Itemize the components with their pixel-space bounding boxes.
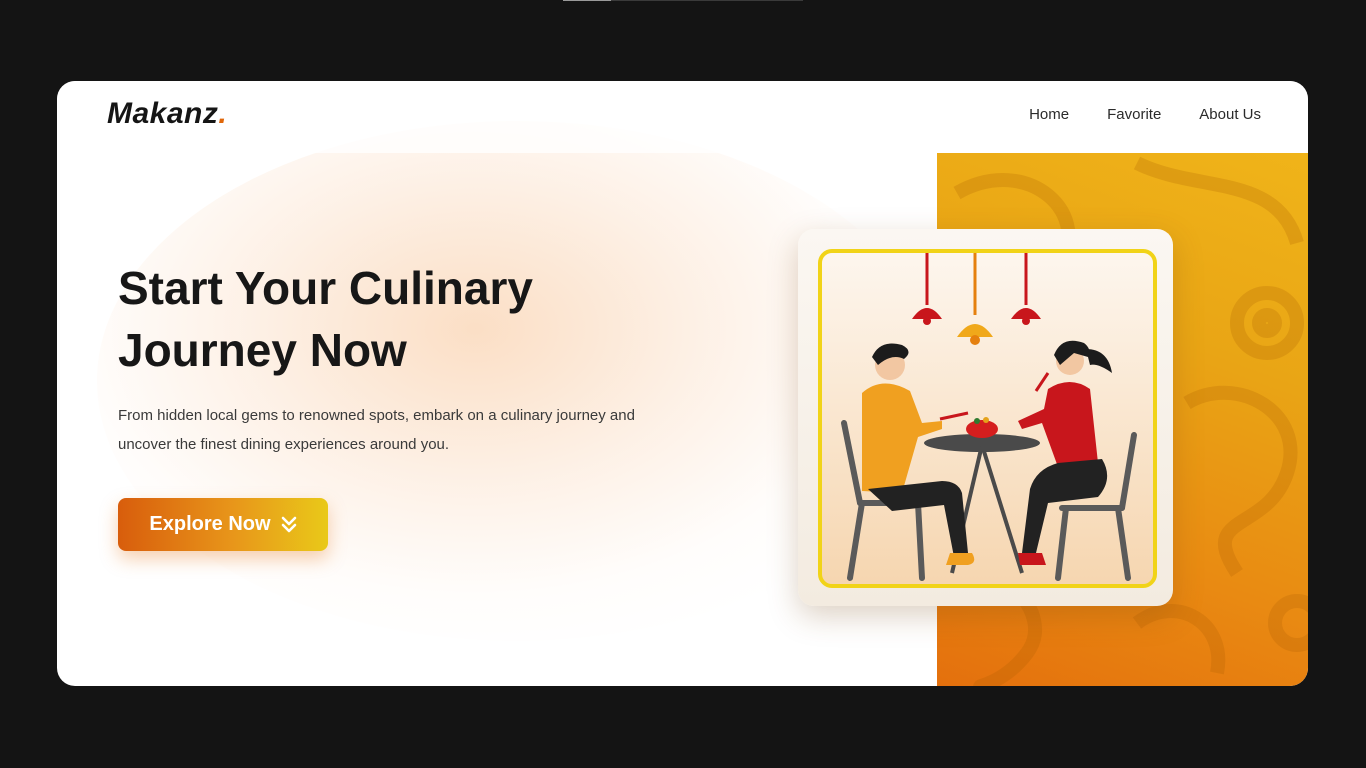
- hero-description: From hidden local gems to renowned spots…: [118, 407, 635, 453]
- nav-links: Home Favorite About Us: [1029, 106, 1261, 123]
- nav-home[interactable]: Home: [1029, 106, 1069, 123]
- illustration-card: [798, 229, 1173, 606]
- hero-title-line-2: Journey Now: [118, 324, 407, 376]
- brand-name: Makanz: [107, 97, 219, 130]
- pendant-lamps-icon: [912, 253, 1041, 345]
- brand-dot: .: [218, 97, 228, 130]
- hero-title-line-1: Start Your Culinary: [118, 262, 533, 314]
- brand-logo[interactable]: Makanz.: [107, 97, 227, 131]
- landing-page: Makanz. Home Favorite About Us Start You…: [57, 81, 1308, 686]
- window-top-indicator: [563, 0, 803, 1]
- illustration-frame: [818, 249, 1157, 588]
- hero-title: Start Your Culinary Journey Now: [118, 257, 678, 381]
- explore-now-label: Explore Now: [149, 513, 271, 535]
- double-chevron-down-icon: [281, 516, 296, 532]
- explore-now-button[interactable]: Explore Now: [118, 498, 328, 551]
- nav-favorite[interactable]: Favorite: [1107, 106, 1161, 123]
- navbar: Makanz. Home Favorite About Us: [57, 81, 1308, 153]
- nav-about-us[interactable]: About Us: [1199, 106, 1261, 123]
- couple-dining-illustration: [841, 253, 1137, 581]
